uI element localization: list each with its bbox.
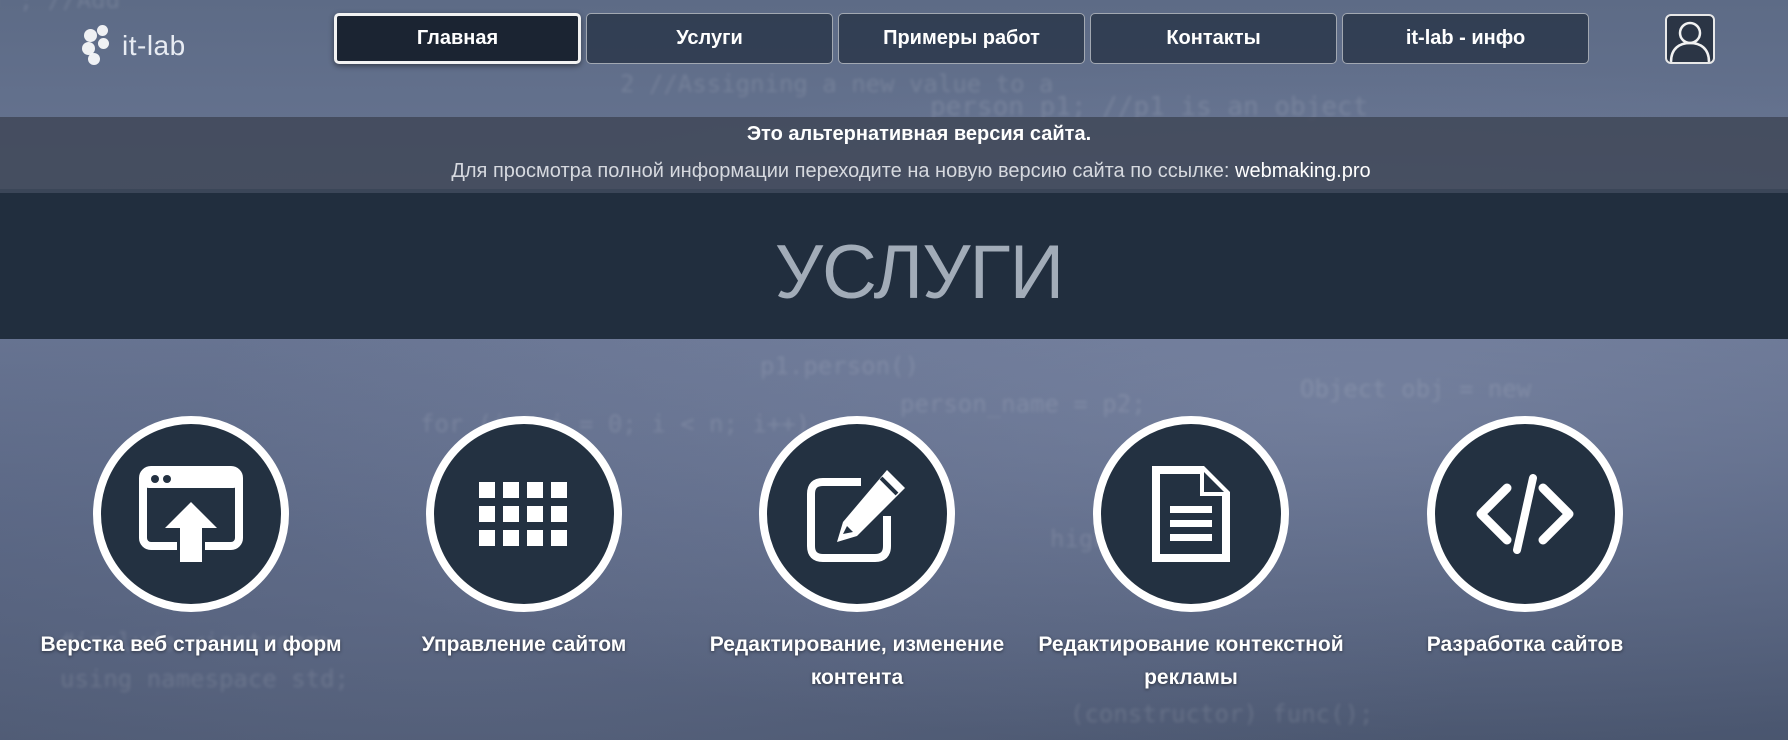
service-circle-content[interactable]: [759, 416, 955, 612]
notice-message: Для просмотра полной информации переходи…: [451, 160, 1236, 182]
service-item-layout: Верстка веб страниц и форм: [31, 416, 351, 661]
service-item-management: Управление сайтом: [364, 416, 684, 661]
notice-text: Для просмотра полной информации переходи…: [0, 160, 1788, 183]
user-account-button[interactable]: [1665, 14, 1715, 64]
new-site-link[interactable]: webmaking.pro: [1235, 160, 1371, 182]
service-circle-development[interactable]: [1427, 416, 1623, 612]
service-circle-layout[interactable]: [93, 416, 289, 612]
service-label-ads: Редактирование контекстной рекламы: [1038, 633, 1344, 689]
grid-icon: [479, 482, 567, 546]
logo-hexagon-icon: [82, 25, 116, 66]
service-label-management: Управление сайтом: [421, 633, 627, 656]
service-circle-ads[interactable]: [1093, 416, 1289, 612]
alternative-version-notice: Это альтернативная версия сайта. Для про…: [0, 117, 1788, 193]
document-icon: [1152, 466, 1230, 562]
service-item-development: Разработка сайтов: [1365, 416, 1685, 661]
service-item-ads: Редактирование контекстной рекламы: [1031, 416, 1351, 694]
services-banner: УСЛУГИ: [0, 193, 1788, 339]
user-icon: [1669, 21, 1711, 62]
nav-portfolio[interactable]: Примеры работ: [838, 13, 1085, 64]
web-upload-icon: [139, 466, 243, 562]
service-item-content: Редактирование, изменение контента: [697, 416, 1017, 694]
service-circle-management[interactable]: [426, 416, 622, 612]
nav-home[interactable]: Главная: [334, 13, 581, 64]
code-icon: [1476, 474, 1574, 554]
service-label-development: Разработка сайтов: [1426, 633, 1624, 656]
nav-services[interactable]: Услуги: [586, 13, 833, 64]
service-label-layout: Верстка веб страниц и форм: [40, 633, 342, 656]
page-title: УСЛУГИ: [774, 230, 1065, 315]
site-logo[interactable]: it-lab: [82, 25, 186, 66]
notice-title: Это альтернативная версия сайта.: [746, 123, 1092, 145]
nav-contacts[interactable]: Контакты: [1090, 13, 1337, 64]
edit-icon: [807, 470, 905, 562]
nav-info[interactable]: it-lab - инфо: [1342, 13, 1589, 64]
service-label-content: Редактирование, изменение контента: [709, 633, 1005, 689]
main-navigation: Главная Услуги Примеры работ Контакты it…: [334, 13, 1589, 64]
logo-text: it-lab: [122, 30, 186, 61]
